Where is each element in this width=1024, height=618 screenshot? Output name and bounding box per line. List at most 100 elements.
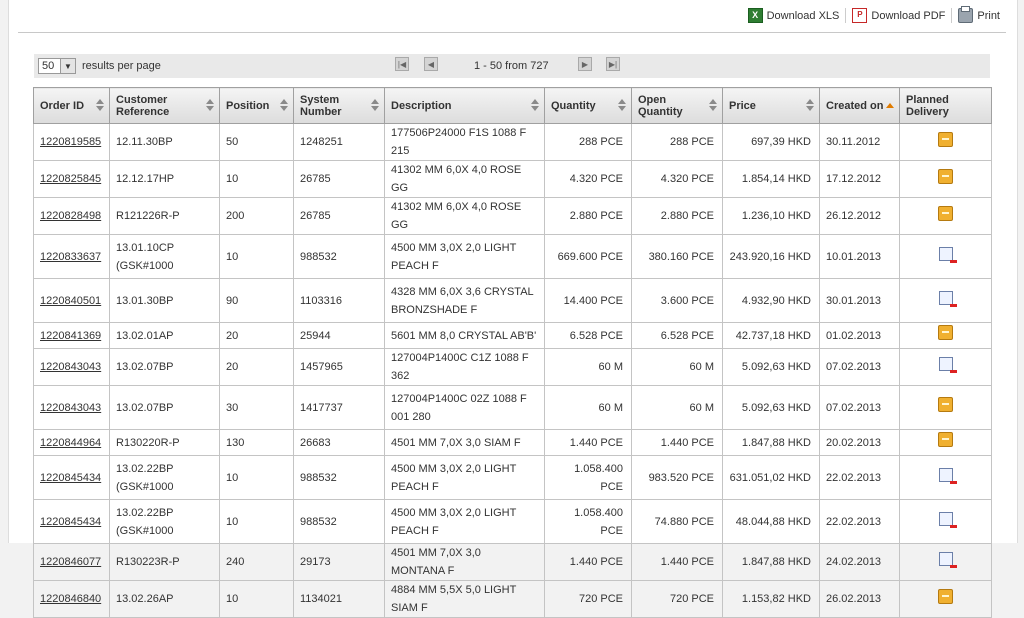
delivery-ok-icon[interactable] (938, 467, 957, 484)
package-icon[interactable] (938, 205, 953, 221)
table-row[interactable]: 1220841369 13.02.01AP 20 25944 5601 MM 8,0 C… (33, 322, 992, 349)
created-on-cell: 30.11.2012 (819, 123, 900, 161)
package-icon[interactable] (938, 432, 953, 447)
open-quantity-cell: 1.440 PCE (631, 429, 723, 456)
first-page-button[interactable]: |◀ (395, 57, 409, 71)
order-id-link[interactable]: 1220846840 (40, 593, 101, 605)
top-toolbar: X Download XLS P Download PDF Print (18, 0, 1006, 33)
created-on-cell: 26.12.2012 (819, 197, 900, 235)
created-on-cell: 07.02.2013 (819, 348, 900, 386)
delivery-ok-icon[interactable] (938, 552, 957, 568)
col-header-label: Quantity (551, 99, 596, 112)
next-page-button[interactable]: ▶ (578, 57, 592, 71)
col-header-customer-reference[interactable]: Customer Reference (109, 87, 220, 124)
order-id-link[interactable]: 1220819585 (40, 136, 101, 148)
package-icon[interactable] (938, 131, 953, 147)
position-cell: 20 (219, 348, 294, 386)
download-xls-label: Download XLS (766, 9, 840, 22)
order-id-cell: 1220843043 (33, 348, 110, 386)
col-header-label: Customer Reference (116, 93, 170, 118)
last-page-button[interactable]: ▶| (606, 57, 620, 71)
price-cell: 1.854,14 HKD (722, 160, 820, 198)
order-id-link[interactable]: 1220845434 (40, 472, 101, 484)
results-per-page-select[interactable]: 50 ▼ (38, 58, 76, 74)
order-id-link[interactable]: 1220844964 (40, 437, 101, 449)
description-cell: 4328 MM 6,0X 3,6 CRYSTAL BRONZSHADE F (384, 278, 545, 323)
table-row[interactable]: 1220833637 13.01.10CP (GSK#1000 10 988532 45… (33, 234, 992, 279)
col-header-order-id[interactable]: Order ID (33, 87, 110, 124)
chevron-down-icon[interactable]: ▼ (60, 59, 75, 73)
table-row[interactable]: 1220843043 13.02.07BP 20 1457965 127004P1400… (33, 348, 992, 386)
system-number-cell: 1134021 (293, 580, 385, 618)
col-header-price[interactable]: Price (722, 87, 820, 124)
col-header-open-quantity[interactable]: Open Quantity (631, 87, 723, 124)
quantity-cell: 1.440 PCE (544, 543, 632, 581)
col-header-position[interactable]: Position (219, 87, 294, 124)
table-row[interactable]: 1220845434 13.02.22BP (GSK#1000 10 988532 45… (33, 499, 992, 544)
order-id-link[interactable]: 1220840501 (40, 295, 101, 307)
planned-delivery-cell (899, 278, 992, 323)
table-row[interactable]: 1220845434 13.02.22BP (GSK#1000 10 988532 45… (33, 455, 992, 500)
quantity-cell: 669.600 PCE (544, 234, 632, 279)
package-icon[interactable] (938, 168, 953, 184)
col-header-quantity[interactable]: Quantity (544, 87, 632, 124)
created-on-cell: 01.02.2013 (819, 322, 900, 349)
quantity-cell: 60 M (544, 348, 632, 386)
order-id-link[interactable]: 1220843043 (40, 402, 101, 414)
col-header-planned-delivery[interactable]: Planned Delivery (899, 87, 992, 124)
prev-page-button[interactable]: ◀ (424, 57, 438, 71)
order-id-cell: 1220845434 (33, 455, 110, 500)
table-row[interactable]: 1220846840 13.02.26AP 10 1134021 4884 MM 5,5… (33, 580, 992, 618)
created-on-cell: 26.02.2013 (819, 580, 900, 618)
pdf-icon: P (852, 8, 868, 23)
sort-icon (618, 99, 626, 112)
table-row[interactable]: 1220840501 13.01.30BP 90 1103316 4328 MM 6,0… (33, 278, 992, 323)
customer-reference-cell: 13.01.30BP (109, 278, 220, 323)
col-header-created-on[interactable]: Created on (819, 87, 900, 124)
last-page-icon: ▶| (608, 59, 618, 69)
print-button[interactable]: Print (951, 6, 1006, 23)
table-row[interactable]: 1220846077 R130223R-P 240 29173 4501 MM 7,0X… (33, 543, 992, 581)
system-number-cell: 988532 (293, 499, 385, 544)
table-row[interactable]: 1220843043 13.02.07BP 30 1417737 127004P1400… (33, 385, 992, 430)
col-header-system-number[interactable]: System Number (293, 87, 385, 124)
price-cell: 1.847,88 HKD (722, 543, 820, 581)
table-row[interactable]: 1220819585 12.11.30BP 50 1248251 177506P2400… (33, 123, 992, 161)
delivery-ok-icon[interactable] (938, 357, 957, 373)
price-cell: 243.920,16 HKD (722, 234, 820, 279)
position-cell: 20 (219, 322, 294, 349)
created-on-cell: 07.02.2013 (819, 385, 900, 430)
order-id-link[interactable]: 1220828498 (40, 210, 101, 222)
delivery-ok-icon[interactable] (938, 290, 957, 307)
package-icon[interactable] (938, 588, 953, 604)
order-id-link[interactable]: 1220846077 (40, 556, 101, 568)
planned-delivery-cell (899, 385, 992, 430)
order-id-link[interactable]: 1220843043 (40, 361, 101, 373)
price-cell: 697,39 HKD (722, 123, 820, 161)
download-xls-button[interactable]: X Download XLS (742, 8, 846, 23)
package-icon[interactable] (938, 325, 953, 340)
order-id-cell: 1220819585 (33, 123, 110, 161)
delivery-ok-icon[interactable] (938, 511, 957, 528)
order-id-link[interactable]: 1220845434 (40, 516, 101, 528)
system-number-cell: 26683 (293, 429, 385, 456)
table-row[interactable]: 1220844964 R130220R-P 130 26683 4501 MM 7,0X… (33, 429, 992, 456)
printer-icon (958, 6, 974, 23)
table-row[interactable]: 1220828498 R121226R-P 200 26785 41302 MM 6,0… (33, 197, 992, 235)
package-icon[interactable] (938, 397, 953, 412)
col-header-description[interactable]: Description (384, 87, 545, 124)
order-id-link[interactable]: 1220833637 (40, 251, 101, 263)
table-row[interactable]: 1220825845 12.12.17HP 10 26785 41302 MM 6,0X… (33, 160, 992, 198)
customer-reference-cell: R121226R-P (109, 197, 220, 235)
order-id-link[interactable]: 1220825845 (40, 173, 101, 185)
order-id-cell: 1220825845 (33, 160, 110, 198)
quantity-cell: 1.058.400 PCE (544, 499, 632, 544)
description-cell: 41302 MM 6,0X 4,0 ROSE GG (384, 160, 545, 198)
description-cell: 4500 MM 3,0X 2,0 LIGHT PEACH F (384, 455, 545, 500)
download-pdf-button[interactable]: P Download PDF (845, 8, 951, 23)
customer-reference-cell: 12.12.17HP (109, 160, 220, 198)
description-cell: 127004P1400C C1Z 1088 F 362 (384, 348, 545, 386)
order-id-link[interactable]: 1220841369 (40, 330, 101, 342)
delivery-ok-icon[interactable] (938, 246, 957, 263)
position-cell: 50 (219, 123, 294, 161)
